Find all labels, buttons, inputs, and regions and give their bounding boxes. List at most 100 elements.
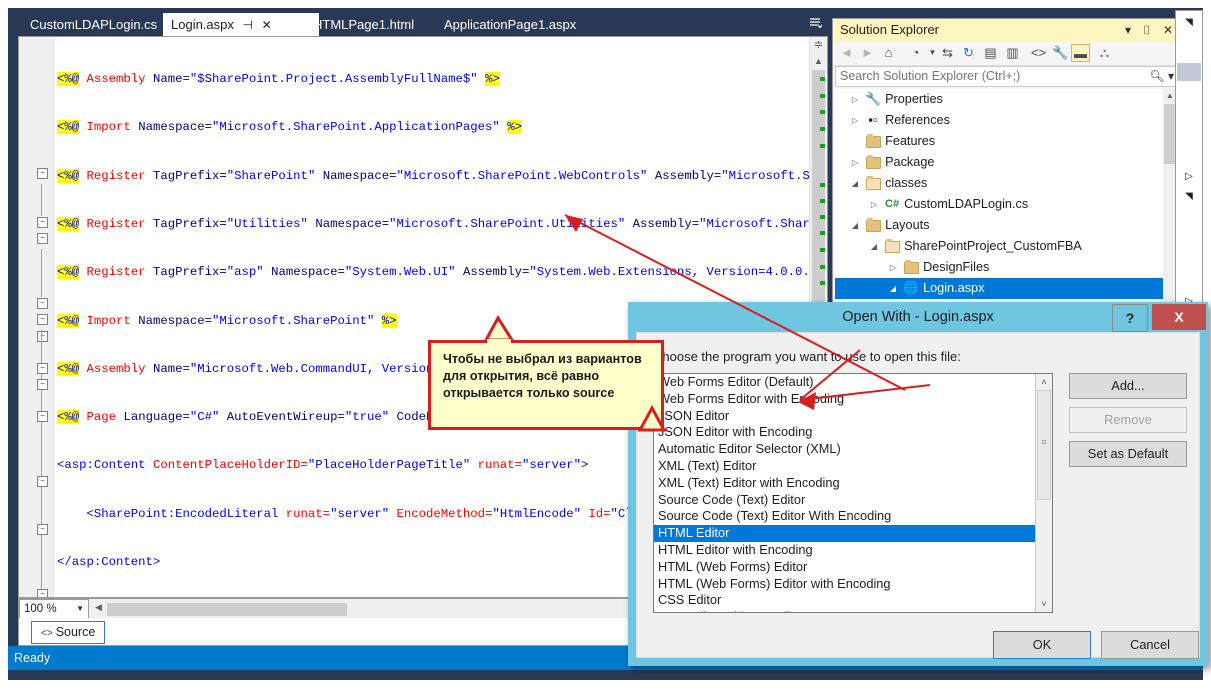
tree-item-label: Features — [885, 134, 936, 148]
expander-icon[interactable]: ◢ — [887, 278, 899, 299]
fold-marker[interactable]: − — [37, 524, 48, 535]
tree-item-login-aspx[interactable]: ◢ 🌐 Login.aspx — [835, 278, 1179, 299]
close-icon[interactable]: ✕ — [1163, 23, 1173, 37]
tab-htmlpage1-html[interactable]: HTMLPage1.html — [305, 13, 437, 36]
search-input[interactable]: Search Solution Explorer (Ctrl+;) 🔍︎ ▾ — [835, 66, 1179, 87]
list-item[interactable]: Web Forms Editor (Default) — [654, 374, 1052, 391]
list-item[interactable]: HTML (Web Forms) Editor — [654, 559, 1052, 576]
list-item[interactable]: JSON Editor — [654, 408, 1052, 425]
solution-tree[interactable]: ▷ 🔧 Properties ▷ ▪▫ References Features — [835, 89, 1179, 315]
expander-icon[interactable]: ◢ — [868, 236, 880, 257]
list-item-selected[interactable]: HTML Editor — [654, 525, 1052, 542]
list-item[interactable]: JSON Editor with Encoding — [654, 424, 1052, 441]
tree-item-package[interactable]: ▷ Package — [835, 152, 1179, 173]
tree-item-classes[interactable]: ◢ classes — [835, 173, 1179, 194]
cancel-button[interactable]: Cancel — [1101, 631, 1199, 659]
preview-selected-items-icon[interactable]: ▬ — [1071, 44, 1090, 62]
pin-icon[interactable]: ⌷ — [1143, 23, 1150, 37]
list-item[interactable]: HTML Editor with Encoding — [654, 542, 1052, 559]
fold-marker[interactable]: − — [37, 411, 48, 422]
solution-explorer-panel: Solution Explorer ▾ ⌷ ✕ ◄ ► ⌂ ◔ ▼ ⇆ ↻ ▤ — [832, 18, 1180, 318]
tree-item-label: Login.aspx — [923, 281, 985, 295]
add-button[interactable]: Add... — [1069, 373, 1187, 399]
class-view-icon[interactable]: ⛬ — [1095, 44, 1114, 62]
search-icon[interactable]: 🔍︎ ▾ — [1149, 67, 1174, 86]
tree-item-customldaplogin-cs[interactable]: ▷ C# CustomLDAPLogin.cs — [835, 194, 1179, 215]
tab-customldaplogin-cs[interactable]: CustomLDAPLogin.cs — [22, 13, 172, 36]
ok-button[interactable]: OK — [993, 631, 1091, 659]
collapse-arrow-icon[interactable]: ◥ — [1176, 191, 1202, 202]
forward-icon[interactable]: ► — [858, 44, 877, 62]
list-item[interactable]: XML (Text) Editor — [654, 458, 1052, 475]
tree-item-designfiles[interactable]: ▷ DesignFiles — [835, 257, 1179, 278]
fold-marker[interactable]: − — [37, 217, 48, 228]
expander-icon[interactable]: ▷ — [849, 110, 861, 131]
fold-marker[interactable]: − — [37, 363, 48, 374]
scroll-up-arrow[interactable]: ˄ — [1036, 374, 1052, 390]
fold-marker[interactable]: − — [37, 298, 48, 309]
refresh-icon[interactable]: ↻ — [959, 44, 978, 62]
tab-login-aspx[interactable]: Login.aspx ⊣ ✕ — [163, 13, 319, 36]
annotation-text: Чтобы не выбрал из вариантов для открыти… — [443, 352, 642, 400]
scroll-down-arrow[interactable]: ˅ — [1036, 596, 1052, 612]
editor-tab-strip: CustomLDAPLogin.cs Login.aspx ⊣ ✕ HTMLPa… — [18, 10, 828, 36]
view-code-icon[interactable]: <> — [1029, 44, 1048, 62]
scroll-left-arrow[interactable]: ◀ — [95, 602, 102, 613]
expander-icon[interactable]: ▷ — [849, 89, 861, 110]
dialog-body: Choose the program you want to use to op… — [636, 332, 1200, 659]
tree-item-features[interactable]: Features — [835, 131, 1179, 152]
fold-marker[interactable]: − — [37, 379, 48, 390]
fold-marker[interactable]: − — [37, 331, 48, 342]
scroll-up-arrow-icon[interactable]: ◥ — [1176, 17, 1202, 28]
tab-applicationpage1-aspx[interactable]: ApplicationPage1.aspx — [436, 13, 602, 36]
tree-item-properties[interactable]: ▷ 🔧 Properties — [835, 89, 1179, 110]
show-all-files-icon[interactable]: ▥ — [1003, 44, 1022, 62]
fold-marker[interactable]: − — [37, 233, 48, 244]
close-icon[interactable]: ✕ — [262, 18, 272, 32]
list-item[interactable]: HTML (Web Forms) Editor with Encoding — [654, 576, 1052, 593]
fold-marker[interactable]: − — [37, 168, 48, 179]
expander-icon[interactable]: ◢ — [849, 173, 861, 194]
list-item[interactable]: CSS Editor with Encoding — [654, 609, 1052, 612]
list-item[interactable]: Source Code (Text) Editor With Encoding — [654, 508, 1052, 525]
chevron-down-icon[interactable]: ▼ — [76, 600, 84, 618]
list-item[interactable]: XML (Text) Editor with Encoding — [654, 475, 1052, 492]
listbox-scrollbar[interactable]: ˄ ≡ ˅ — [1035, 374, 1052, 612]
horizontal-scroll-thumb[interactable] — [107, 603, 347, 616]
fold-marker[interactable]: − — [37, 476, 48, 487]
chevron-right-icon[interactable]: ▷ — [1176, 171, 1202, 182]
set-as-default-button[interactable]: Set as Default — [1069, 441, 1187, 467]
list-item[interactable]: CSS Editor — [654, 592, 1052, 609]
close-button[interactable]: X — [1152, 304, 1206, 330]
tab-overflow-icon[interactable] — [808, 16, 823, 30]
zoom-level-selector[interactable]: 100 % ▼ — [19, 599, 89, 619]
program-listbox[interactable]: Web Forms Editor (Default) Web Forms Edi… — [653, 373, 1053, 613]
help-button[interactable]: ? — [1112, 304, 1148, 332]
scroll-thumb[interactable] — [1177, 63, 1201, 81]
source-view-button[interactable]: <> Source — [31, 621, 106, 644]
tree-item-sharepointproject-customfba[interactable]: ◢ SharePointProject_CustomFBA — [835, 236, 1179, 257]
home-icon[interactable]: ⌂ — [879, 44, 898, 62]
list-item[interactable]: Source Code (Text) Editor — [654, 492, 1052, 509]
list-item[interactable]: Web Forms Editor with Encoding — [654, 391, 1052, 408]
properties-icon[interactable]: 🔧 — [1051, 44, 1070, 62]
pin-icon[interactable]: ⊣ — [243, 18, 253, 32]
split-view-handle[interactable]: ≑ — [810, 37, 827, 53]
expander-icon[interactable]: ▷ — [849, 152, 861, 173]
tree-item-layouts[interactable]: ◢ Layouts — [835, 215, 1179, 236]
tab-label: HTMLPage1.html — [313, 17, 415, 32]
fold-marker[interactable]: − — [37, 314, 48, 325]
expander-icon[interactable]: ▷ — [868, 194, 880, 215]
back-icon[interactable]: ◄ — [837, 44, 856, 62]
fold-marker[interactable]: − — [37, 589, 48, 597]
collapse-all-icon[interactable]: ▤ — [981, 44, 1000, 62]
expander-icon[interactable]: ◢ — [849, 215, 861, 236]
tree-item-references[interactable]: ▷ ▪▫ References — [835, 110, 1179, 131]
scroll-thumb[interactable] — [812, 70, 825, 310]
scroll-up-arrow[interactable]: ▲ — [810, 54, 827, 69]
list-item[interactable]: Automatic Editor Selector (XML) — [654, 441, 1052, 458]
sync-icon[interactable]: ⇆ — [938, 44, 957, 62]
chevron-down-icon[interactable]: ▾ — [1125, 23, 1131, 37]
folder-icon — [865, 131, 882, 152]
expander-icon[interactable]: ▷ — [887, 257, 899, 278]
